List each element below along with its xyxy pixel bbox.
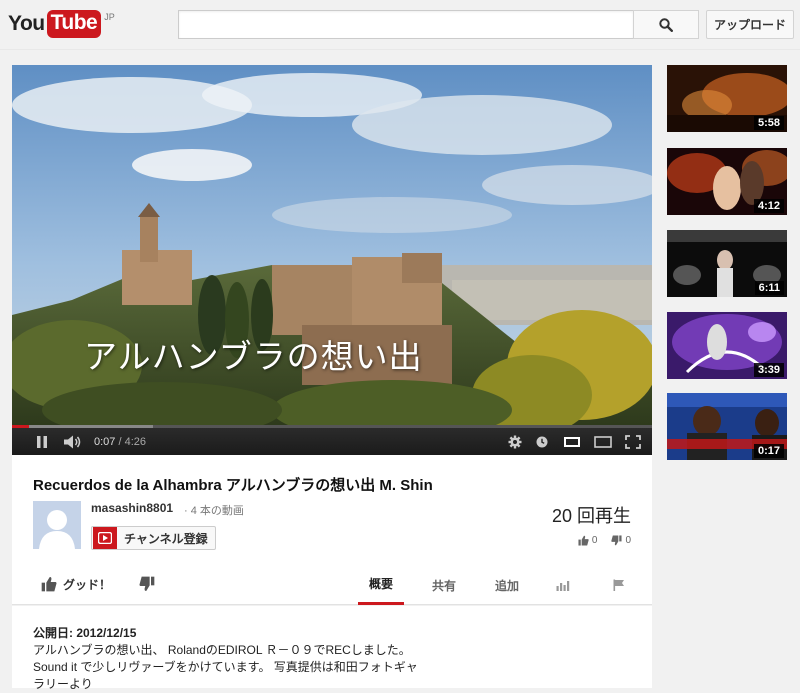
- action-bar: グッド！ 概要 共有 追加: [12, 565, 652, 605]
- search-button[interactable]: [633, 10, 699, 39]
- play-pause-button[interactable]: [24, 428, 60, 455]
- subscribe-button[interactable]: チャンネル登録: [91, 526, 216, 550]
- video-duration: 0:17: [753, 444, 784, 458]
- pause-icon: [37, 435, 47, 448]
- subscribe-label: チャンネル登録: [124, 531, 208, 546]
- clock-icon: [536, 436, 548, 447]
- player-controls: 0:07 / 4:26: [12, 428, 652, 455]
- thumbs-up-icon: [41, 577, 57, 592]
- video-info-card: Recuerdos de la Alhambra アルハンブラの想い出 M. S…: [12, 455, 652, 605]
- related-video-thumbnail[interactable]: 6:11: [667, 230, 787, 297]
- related-video-thumbnail[interactable]: 0:17: [667, 393, 787, 460]
- time-display: 0:07 / 4:26: [94, 436, 146, 448]
- flag-icon: [613, 579, 624, 591]
- dislike-count: 0: [625, 535, 631, 546]
- logo-you: You: [8, 12, 45, 35]
- video-frame[interactable]: アルハンブラの想い出: [12, 65, 652, 425]
- like-dislike-counts: 0 0: [578, 535, 631, 546]
- small-player-button[interactable]: [556, 428, 588, 455]
- publish-date: 公開日: 2012/12/15: [33, 626, 137, 640]
- settings-button[interactable]: [502, 428, 528, 455]
- video-duration: 3:39: [753, 363, 784, 377]
- description-line: アルハンブラの想い出、 RolandのEDIROL Ｒ－０９でRECしました。: [33, 643, 411, 657]
- video-player[interactable]: アルハンブラの想い出 0:07 / 4:26: [12, 65, 652, 455]
- thumbs-up-small-icon: [578, 535, 589, 546]
- tab-stats[interactable]: [548, 565, 578, 605]
- large-player-button[interactable]: [588, 428, 618, 455]
- default-avatar-icon: [33, 501, 81, 549]
- youtube-play-icon: [93, 527, 117, 549]
- youtube-logo[interactable]: You Tube JP: [8, 10, 115, 38]
- description-line: Sound it で少しリヴァーブをかけています。 写真提供は和田フォトギャ: [33, 660, 418, 674]
- time-total: 4:26: [124, 435, 147, 448]
- search-input[interactable]: [178, 10, 634, 39]
- large-player-icon: [594, 435, 612, 448]
- channel-avatar[interactable]: [33, 501, 81, 549]
- related-video-thumbnail[interactable]: 4:12: [667, 148, 787, 215]
- video-duration: 4:12: [753, 199, 784, 213]
- video-description: 公開日: 2012/12/15 アルハンブラの想い出、 RolandのEDIRO…: [12, 606, 652, 691]
- logo-tube: Tube: [46, 10, 102, 38]
- like-label: グッド！: [63, 577, 112, 592]
- like-count: 0: [591, 535, 598, 546]
- stats-icon: [556, 580, 570, 591]
- gear-icon: [508, 435, 522, 448]
- dislike-button[interactable]: [139, 573, 159, 595]
- volume-icon: [64, 435, 81, 448]
- volume-button[interactable]: [60, 428, 86, 455]
- channel-name-link[interactable]: masashin8801: [91, 501, 173, 515]
- time-current: 0:07: [94, 435, 116, 448]
- channel-video-count: · 4 本の動画: [184, 505, 244, 517]
- video-title: Recuerdos de la Alhambra アルハンブラの想い出 M. S…: [33, 477, 433, 494]
- video-duration: 5:58: [753, 116, 784, 130]
- small-player-icon: [564, 436, 580, 447]
- tab-report[interactable]: [604, 565, 634, 605]
- magnifier-icon: [659, 17, 673, 32]
- view-count: 20 回再生: [551, 506, 631, 526]
- related-video-thumbnail[interactable]: 3:39: [667, 312, 787, 379]
- tab-share[interactable]: 共有: [422, 565, 466, 605]
- video-caption: アルハンブラの想い出: [84, 337, 423, 376]
- tab-add-to[interactable]: 追加: [484, 565, 530, 605]
- logo-country-code: JP: [104, 12, 115, 22]
- watch-later-button[interactable]: [528, 428, 556, 455]
- masthead: You Tube JP アップロード: [0, 0, 800, 50]
- thumbs-down-icon: [139, 576, 155, 591]
- upload-button[interactable]: アップロード: [706, 10, 794, 39]
- thumbs-down-small-icon: [611, 535, 622, 546]
- like-button[interactable]: グッド！: [41, 573, 111, 595]
- tab-about[interactable]: 概要: [358, 565, 404, 605]
- fullscreen-button[interactable]: [618, 428, 648, 455]
- fullscreen-icon: [625, 434, 641, 449]
- time-separator: /: [115, 435, 125, 448]
- video-duration: 6:11: [754, 281, 784, 295]
- related-video-thumbnail[interactable]: 5:58: [667, 65, 787, 132]
- description-line: ラリーより: [33, 677, 93, 691]
